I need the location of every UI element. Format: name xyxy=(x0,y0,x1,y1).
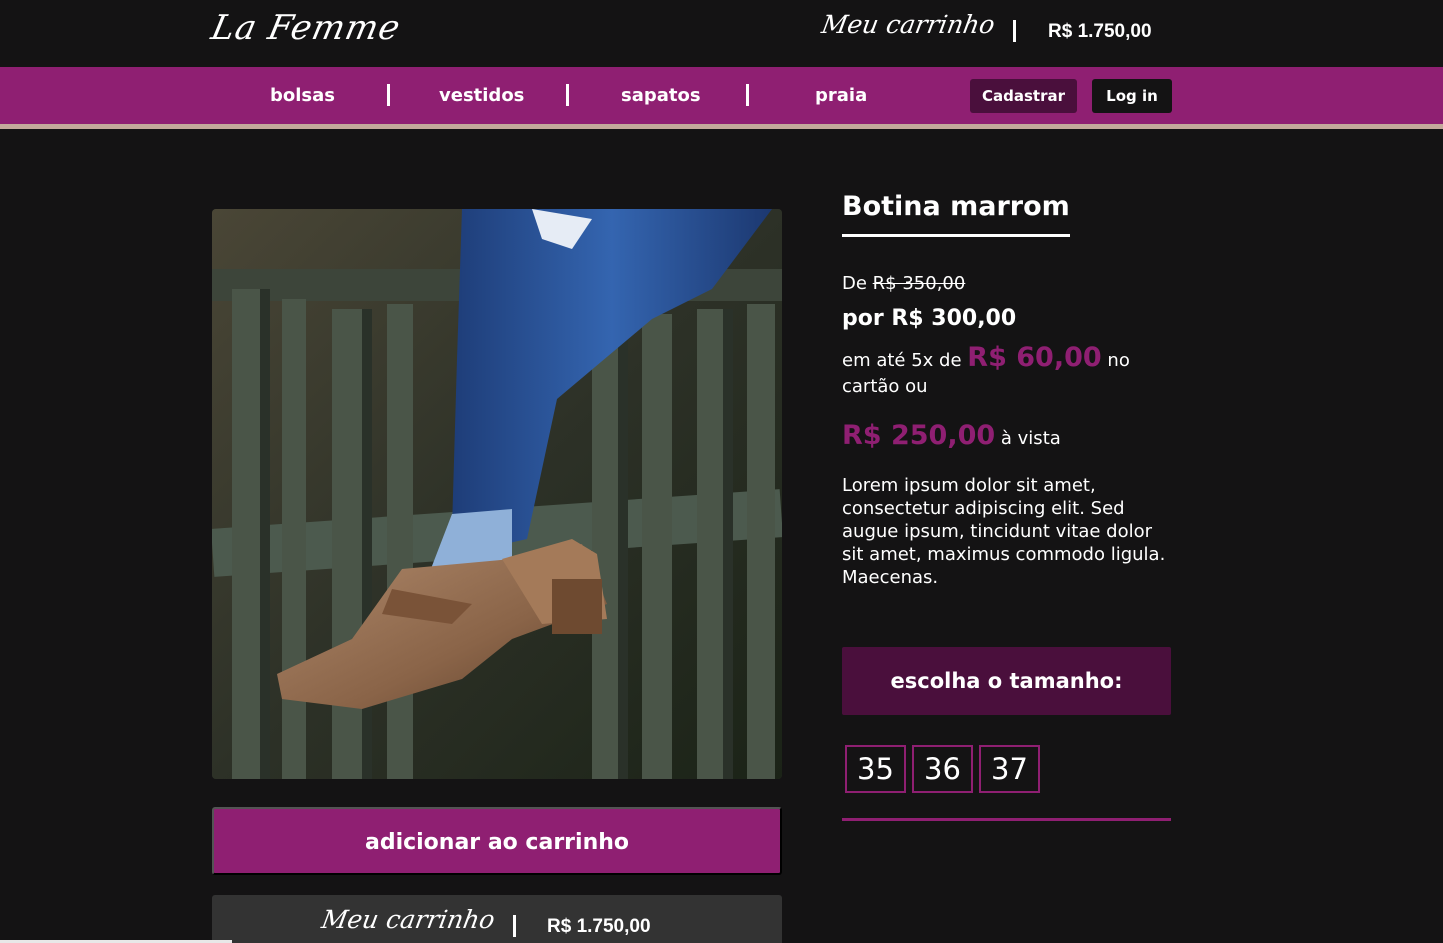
nav-divider xyxy=(746,84,749,106)
boot-photo-illustration xyxy=(212,209,782,779)
size-divider xyxy=(842,818,1171,821)
installment-value: R$ 60,00 xyxy=(967,342,1102,373)
main-nav: bolsas vestidos sapatos praia Cadastrar … xyxy=(0,67,1443,124)
size-heading: escolha o tamanho: xyxy=(842,647,1171,715)
nav-divider xyxy=(566,84,569,106)
cart-total: R$ 1.750,00 xyxy=(1048,21,1152,42)
old-price-prefix: De xyxy=(842,273,867,294)
cash-price: R$ 250,00 à vista xyxy=(842,420,1061,451)
cart-total-bottom: R$ 1.750,00 xyxy=(547,916,651,937)
cart-link[interactable]: Meu carrinho xyxy=(819,10,997,39)
nav-item-sapatos[interactable]: sapatos xyxy=(621,85,701,106)
product-title: Botina marrom xyxy=(842,191,1070,237)
size-options: 35 36 37 xyxy=(845,745,1040,793)
nav-item-praia[interactable]: praia xyxy=(815,85,867,106)
installments-info: em até 5x de R$ 60,00 no cartão ou xyxy=(842,342,1142,400)
top-bar: La Femme Meu carrinho R$ 1.750,00 xyxy=(0,0,1443,67)
divider xyxy=(1013,20,1016,42)
add-to-cart-button[interactable]: adicionar ao carrinho xyxy=(212,807,782,875)
product-image xyxy=(212,209,782,779)
current-price: por R$ 300,00 xyxy=(842,306,1017,331)
cash-suffix: à vista xyxy=(1000,428,1061,449)
brand-logo[interactable]: La Femme xyxy=(208,8,405,48)
nav-underline xyxy=(0,124,1443,129)
signup-button[interactable]: Cadastrar xyxy=(970,79,1077,113)
size-option-35[interactable]: 35 xyxy=(845,745,906,793)
product-description: Lorem ipsum dolor sit amet, consectetur … xyxy=(842,475,1166,588)
login-button[interactable]: Log in xyxy=(1092,79,1172,113)
nav-divider xyxy=(387,84,390,106)
cash-value: R$ 250,00 xyxy=(842,420,996,451)
cart-summary-bar[interactable]: Meu carrinho R$ 1.750,00 xyxy=(212,895,782,943)
nav-item-bolsas[interactable]: bolsas xyxy=(270,85,335,106)
old-price-value: R$ 350,00 xyxy=(872,273,966,294)
old-price: De R$ 350,00 xyxy=(842,273,965,294)
size-option-37[interactable]: 37 xyxy=(979,745,1040,793)
size-option-36[interactable]: 36 xyxy=(912,745,973,793)
cart-link-bottom[interactable]: Meu carrinho xyxy=(319,905,497,934)
installments-prefix: em até 5x de xyxy=(842,350,962,371)
nav-item-vestidos[interactable]: vestidos xyxy=(439,85,524,106)
divider xyxy=(513,915,516,937)
